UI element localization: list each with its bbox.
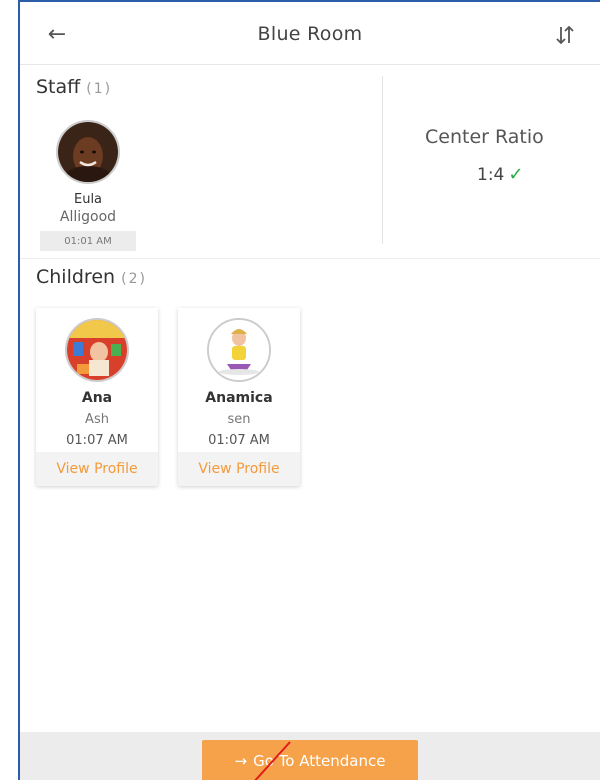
center-ratio-value: 1:4 (477, 165, 505, 185)
center-ratio-value-row: 1:4 ✓ (477, 164, 523, 185)
child-checkin-time: 01:07 AM (208, 433, 270, 448)
arrow-right-icon: → (234, 752, 248, 770)
staff-first-name: Eula (73, 192, 103, 207)
child-card[interactable]: Ana Ash 01:07 AM View Profile (36, 308, 158, 486)
staff-section: Staff (1) Eula Alligood 01:01 AM Center … (20, 64, 600, 259)
app-frame: ← Blue Room Staff (1) Eula Alligood 01:0… (18, 0, 600, 780)
children-heading: Children (2) (36, 266, 147, 288)
avatar (65, 318, 129, 382)
child-last-name: sen (227, 412, 251, 427)
view-profile-button[interactable]: View Profile (36, 452, 158, 486)
staff-heading: Staff (1) (36, 76, 112, 98)
staff-title: Staff (36, 76, 81, 98)
bottom-bar: → Go To Attendance (20, 732, 600, 780)
sort-icon (556, 25, 574, 45)
child-first-name: Ana (81, 390, 113, 406)
attendance-button-label: Go To Attendance (253, 752, 386, 770)
staff-photo (58, 122, 118, 182)
page-title: Blue Room (257, 23, 363, 45)
header-bar: ← Blue Room (20, 2, 600, 65)
section-divider (382, 76, 383, 244)
avatar (56, 120, 120, 184)
child-last-name: Ash (85, 412, 109, 427)
child-card[interactable]: Anamica sen 01:07 AM View Profile (178, 308, 300, 486)
avatar (207, 318, 271, 382)
staff-count: (1) (86, 81, 113, 97)
staff-checkin-time: 01:01 AM (40, 231, 136, 251)
center-ratio-label: Center Ratio (425, 126, 544, 148)
child-photo (67, 320, 127, 380)
child-photo (209, 320, 269, 380)
staff-last-name: Alligood (59, 209, 117, 225)
sort-button[interactable] (552, 22, 578, 48)
children-title: Children (36, 266, 116, 288)
staff-card[interactable]: Eula Alligood 01:01 AM (40, 114, 136, 256)
children-count: (2) (121, 271, 147, 287)
go-to-attendance-button[interactable]: → Go To Attendance (202, 740, 418, 780)
view-profile-button[interactable]: View Profile (178, 452, 300, 486)
child-first-name: Anamica (205, 390, 273, 406)
check-icon: ✓ (508, 164, 524, 185)
child-checkin-time: 01:07 AM (66, 433, 128, 448)
